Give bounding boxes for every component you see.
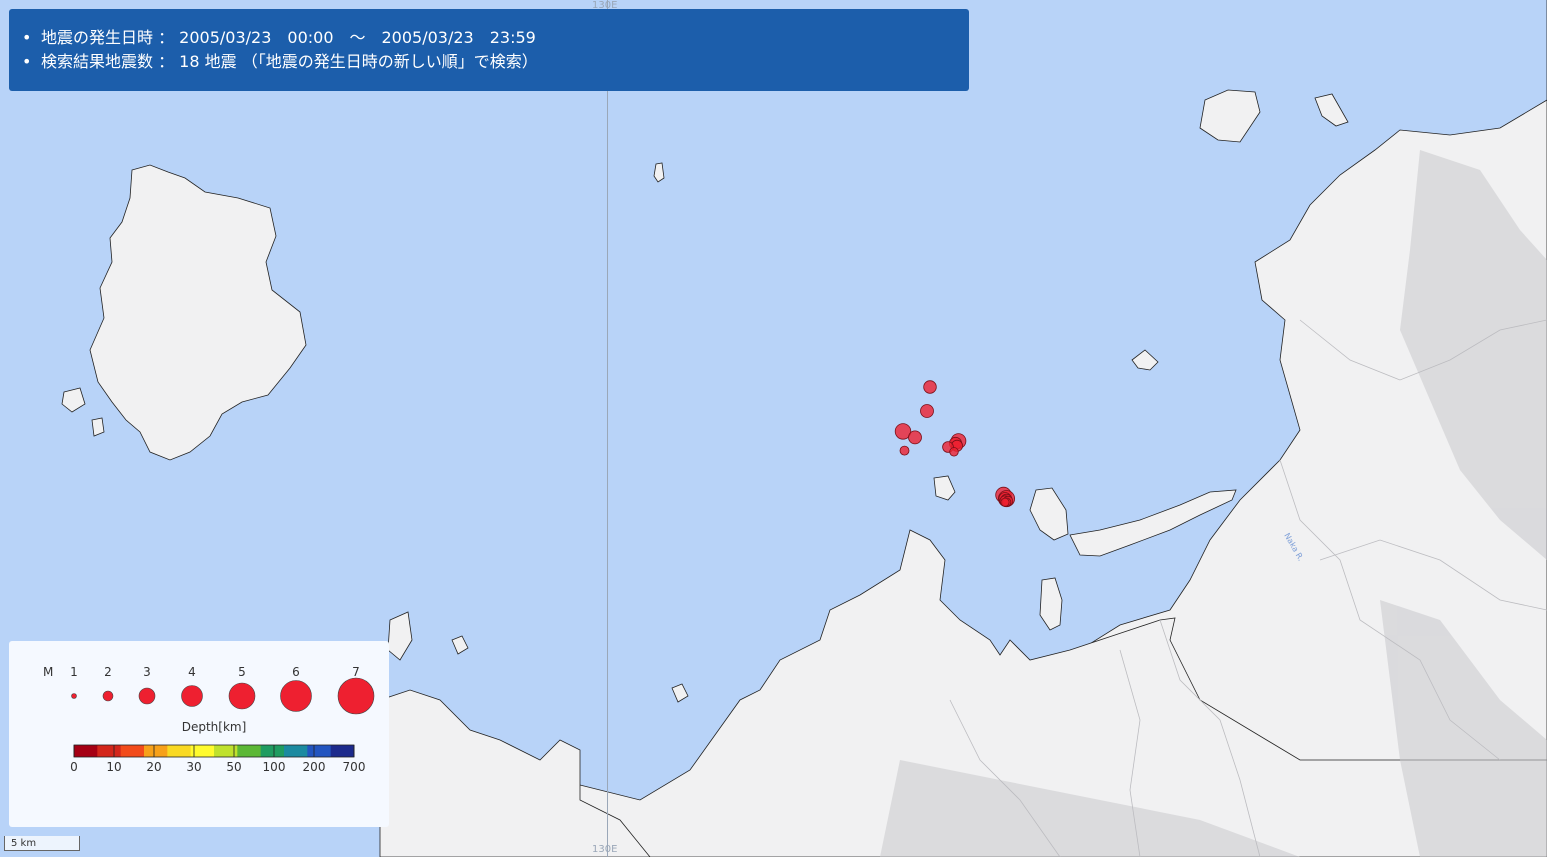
depth-tick-label: 100 — [263, 760, 286, 774]
earthquake-marker[interactable] — [923, 380, 937, 394]
depth-color-segment — [74, 745, 98, 757]
depth-color-segment — [167, 745, 192, 757]
earthquake-marker[interactable] — [908, 430, 922, 445]
depth-tick-label: 200 — [303, 760, 326, 774]
magnitude-circle — [71, 693, 77, 699]
earthquake-marker[interactable] — [920, 404, 934, 418]
scale-bar: 5 km — [4, 836, 80, 851]
legend-m-label: M — [43, 665, 53, 679]
magnitude-label: 1 — [70, 665, 78, 679]
legend-panel: M 1 2 3 4 5 6 7 Depth[km] 0 10 20 30 50 100 200 700 — [9, 641, 389, 827]
depth-color-segment — [307, 745, 332, 757]
depth-color-segment — [260, 745, 285, 757]
depth-tick-label: 20 — [146, 760, 161, 774]
magnitude-circle — [337, 677, 375, 715]
magnitude-labels: 1 2 3 4 5 6 7 — [70, 665, 360, 679]
date-range-line: 地震の発生日時 ： 2005/03/23 00:00 ～ 2005/03/23 … — [22, 26, 969, 50]
magnitude-circles — [71, 677, 375, 715]
magnitude-circle — [138, 687, 156, 705]
magnitude-circle — [280, 680, 312, 712]
depth-color-segment — [330, 745, 355, 757]
legend-svg: M 1 2 3 4 5 6 7 Depth[km] 0 10 20 30 50 100 200 700 — [43, 665, 375, 774]
depth-color-segment — [284, 745, 308, 757]
depth-title: Depth[km] — [182, 720, 247, 734]
earthquake-marker[interactable] — [949, 447, 959, 457]
depth-tick-label: 700 — [343, 760, 366, 774]
depth-color-segment — [144, 745, 168, 757]
earthquake-marker[interactable] — [899, 445, 910, 456]
depth-colorbar — [73, 744, 355, 758]
depth-color-segment — [237, 745, 262, 757]
magnitude-label: 7 — [352, 665, 360, 679]
earthquake-marker[interactable] — [1000, 497, 1010, 507]
depth-tick-label: 50 — [226, 760, 241, 774]
magnitude-circle — [228, 682, 256, 710]
magnitude-label: 5 — [238, 665, 246, 679]
magnitude-circle — [181, 685, 203, 707]
magnitude-label: 3 — [143, 665, 151, 679]
depth-color-segment — [120, 745, 145, 757]
depth-tick-label: 0 — [70, 760, 78, 774]
magnitude-circle — [102, 690, 114, 702]
depth-tick-label: 10 — [106, 760, 121, 774]
result-count-line: 検索結果地震数 ： 18 地震 （「地震の発生日時の新しい順」で検索） — [22, 50, 969, 74]
depth-tick-label: 30 — [186, 760, 201, 774]
meridian-label-bottom: 130E — [592, 844, 618, 855]
magnitude-label: 4 — [188, 665, 196, 679]
search-result-panel: 地震の発生日時 ： 2005/03/23 00:00 ～ 2005/03/23 … — [9, 9, 969, 91]
magnitude-label: 6 — [292, 665, 300, 679]
magnitude-label: 2 — [104, 665, 112, 679]
depth-color-segment — [97, 745, 122, 757]
